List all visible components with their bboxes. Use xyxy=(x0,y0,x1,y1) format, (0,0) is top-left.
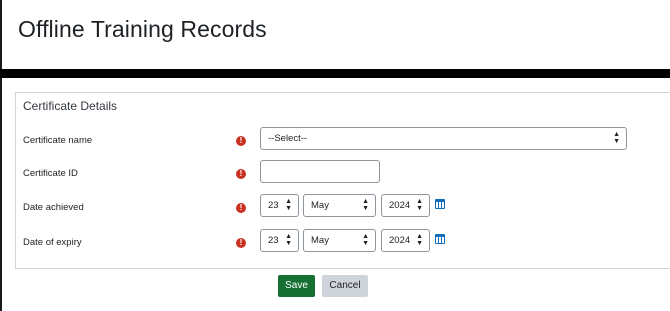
cancel-button[interactable]: Cancel xyxy=(322,275,368,297)
page-title: Offline Training Records xyxy=(18,16,267,42)
up-down-arrows-icon: ▲ ▼ xyxy=(285,198,292,212)
up-down-arrows-icon: ▲ ▼ xyxy=(416,198,423,212)
date-of-expiry-day-value: 23 xyxy=(268,235,279,246)
certificate-name-select[interactable]: --Select-- ▲ ▼ xyxy=(260,127,627,150)
certificate-id-input[interactable] xyxy=(260,160,380,183)
calendar-icon[interactable] xyxy=(435,199,445,209)
certificate-name-value: --Select-- xyxy=(268,133,308,144)
up-down-arrows-icon: ▲ ▼ xyxy=(362,198,369,212)
date-achieved-year-value: 2024 xyxy=(389,200,411,211)
date-achieved-year-select[interactable]: 2024 ▲ ▼ xyxy=(381,194,430,217)
up-down-arrows-icon: ▲ ▼ xyxy=(416,233,423,247)
certificate-name-label: Certificate name xyxy=(23,135,93,146)
page: Offline Training Records Certificate Det… xyxy=(0,0,670,311)
date-of-expiry-month-value: May xyxy=(311,235,329,246)
up-down-arrows-icon: ▲ ▼ xyxy=(362,233,369,247)
date-of-expiry-month-select[interactable]: May ▲ ▼ xyxy=(303,229,376,252)
page-header: Offline Training Records xyxy=(0,0,670,70)
date-achieved-month-select[interactable]: May ▲ ▼ xyxy=(303,194,376,217)
calendar-icon[interactable] xyxy=(435,234,445,244)
exclamation-circle-icon: ! xyxy=(236,169,246,179)
date-achieved-day-select[interactable]: 23 ▲ ▼ xyxy=(260,194,299,217)
date-of-expiry-label: Date of expiry xyxy=(23,237,82,248)
certificate-name-row: Certificate name ! --Select-- ▲ ▼ xyxy=(16,127,670,157)
exclamation-circle-icon: ! xyxy=(236,238,246,248)
date-achieved-day-value: 23 xyxy=(268,200,279,211)
up-down-arrows-icon: ▲ ▼ xyxy=(613,131,620,145)
date-of-expiry-year-value: 2024 xyxy=(389,235,411,246)
certificate-id-label: Certificate ID xyxy=(23,168,78,179)
section-title[interactable]: Certificate Details xyxy=(23,99,117,113)
date-of-expiry-day-select[interactable]: 23 ▲ ▼ xyxy=(260,229,299,252)
header-divider-bar xyxy=(0,69,670,78)
date-achieved-month-value: May xyxy=(311,200,329,211)
exclamation-circle-icon: ! xyxy=(236,136,246,146)
date-of-expiry-row: Date of expiry ! 23 ▲ ▼ May ▲ ▼ 2024 ▲ ▼ xyxy=(16,229,670,259)
up-down-arrows-icon: ▲ ▼ xyxy=(285,233,292,247)
certificate-details-fieldset: Certificate Details Certificate name ! -… xyxy=(15,92,670,269)
date-achieved-label: Date achieved xyxy=(23,202,84,213)
exclamation-circle-icon: ! xyxy=(236,203,246,213)
save-button[interactable]: Save xyxy=(278,275,315,297)
date-of-expiry-year-select[interactable]: 2024 ▲ ▼ xyxy=(381,229,430,252)
date-achieved-row: Date achieved ! 23 ▲ ▼ May ▲ ▼ 2024 ▲ ▼ xyxy=(16,194,670,224)
certificate-id-row: Certificate ID ! xyxy=(16,160,670,190)
